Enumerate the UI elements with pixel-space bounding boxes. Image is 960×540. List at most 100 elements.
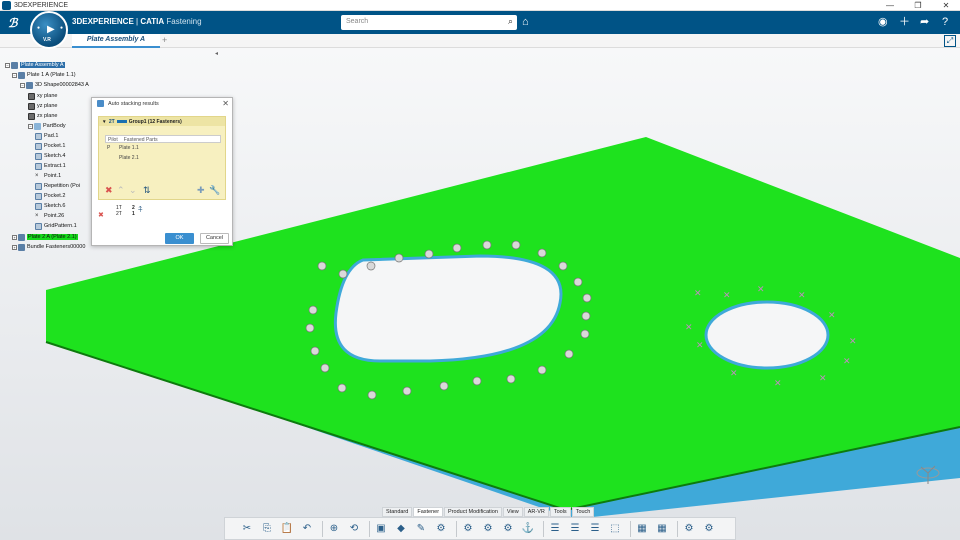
search-input[interactable]: Search ⌕ <box>341 15 517 30</box>
tree-node-label: Pocket.1 <box>44 143 66 149</box>
action-tab[interactable]: Standard <box>382 507 413 517</box>
swap-icon[interactable]: ⇅ <box>143 185 151 196</box>
expand-toggle-icon[interactable]: − <box>5 62 10 68</box>
tree-node[interactable]: Pad.1 <box>35 131 58 141</box>
expand-toggle-icon[interactable]: − <box>20 82 25 88</box>
stack-bottom-code: 2T <box>116 211 122 217</box>
edit-fastener-icon[interactable]: ✚ <box>197 185 205 196</box>
view-orientation-icon[interactable] <box>913 458 943 488</box>
tree-node[interactable]: Repetition (Poi <box>35 181 80 191</box>
tree-node[interactable]: + Plate 2 A (Plate 2.1) <box>12 232 78 242</box>
action-tab[interactable]: Tools <box>549 507 571 517</box>
copy-icon[interactable]: ⎘ <box>259 521 275 537</box>
settings-icon[interactable]: ⚙ <box>701 521 717 537</box>
tree-node[interactable]: yz plane <box>28 101 58 111</box>
tree-node[interactable]: GridPattern.1 <box>35 221 77 231</box>
stack-icon[interactable]: ☰ <box>547 521 563 537</box>
compass-widget[interactable]: ● ● ▶ V.R <box>30 11 68 49</box>
action-tab[interactable]: Fastener <box>413 507 444 517</box>
fullscreen-icon[interactable]: ⤢ <box>944 35 956 47</box>
action-tab[interactable]: View <box>502 507 523 517</box>
action-tab[interactable]: Product Modification <box>444 507 502 517</box>
undo-icon[interactable]: ↶ <box>299 521 315 537</box>
shading-icon[interactable]: ◆ <box>393 521 409 537</box>
feature-icon <box>35 162 42 170</box>
tree-node[interactable]: × Point.1 <box>35 171 61 181</box>
tree-node[interactable]: xy plane <box>28 91 58 101</box>
list-item[interactable]: Plate 2.1 <box>107 155 139 161</box>
search-icon[interactable]: ⌕ <box>508 16 513 27</box>
tree-scroll-arrow-icon[interactable]: ◂ <box>215 50 221 59</box>
share-icon[interactable]: ➦ <box>920 16 929 28</box>
minimize-button[interactable]: — <box>876 1 904 10</box>
move-down-icon[interactable]: ⌄ <box>129 185 137 196</box>
tree-node-label: GridPattern.1 <box>44 223 77 229</box>
tree-node[interactable]: − Plate 1 A (Plate 1.1) <box>12 70 76 80</box>
move-up-icon[interactable]: ⌃ <box>117 185 125 196</box>
stack2-icon[interactable]: ☰ <box>567 521 583 537</box>
add-icon[interactable]: ＋ <box>899 16 910 28</box>
fastener3-icon[interactable]: ⚙ <box>480 521 496 537</box>
list-item[interactable]: P Plate 1.1 <box>107 145 139 151</box>
maximize-button[interactable]: ❐ <box>904 1 932 10</box>
table-icon[interactable]: ▦ <box>634 521 650 537</box>
stack3-icon[interactable]: ☰ <box>587 521 603 537</box>
fastener-marker <box>582 293 592 303</box>
help-icon[interactable]: ? <box>942 16 948 28</box>
action-tab[interactable]: Touch <box>571 507 595 517</box>
fastener-marker <box>402 386 412 396</box>
tree-node[interactable]: − PartBody <box>28 121 66 131</box>
fastener-marker <box>366 261 376 271</box>
fastener-marker: ✕ <box>723 290 731 300</box>
grid-icon[interactable]: ▦ <box>654 521 670 537</box>
action-tab[interactable]: AR-VR <box>523 507 549 517</box>
ok-button[interactable]: OK <box>165 233 194 244</box>
zoom-icon[interactable]: ⊕ <box>326 521 342 537</box>
expand-toggle-icon[interactable]: − <box>12 72 17 78</box>
user-icon[interactable]: ◉ <box>878 16 888 28</box>
add-tab-button[interactable]: + <box>162 35 167 45</box>
group-header[interactable]: ▾ 2T Group1 (12 Fasteners) <box>99 117 225 126</box>
tree-node[interactable]: + Bundle Fasteners00000 <box>12 242 85 252</box>
tree-node[interactable]: zx plane <box>28 111 58 121</box>
tree-node-label: Bundle Fasteners00000 <box>27 244 86 250</box>
cancel-button[interactable]: Cancel <box>200 233 229 244</box>
expand-toggle-icon[interactable]: + <box>12 244 17 250</box>
tree-node[interactable]: Extract.1 <box>35 161 66 171</box>
stack-summary: ✖ 1T 2 2T 1 ⍏ <box>98 205 158 219</box>
paste-icon[interactable]: 📋 <box>279 521 295 537</box>
delete-icon[interactable]: ✖ <box>105 185 113 196</box>
fastener2-icon[interactable]: ⚙ <box>460 521 476 537</box>
tree-node[interactable]: − Plate Assembly A <box>5 60 65 70</box>
tree-node[interactable]: × Point.26 <box>35 211 64 221</box>
expand-toggle-icon[interactable]: − <box>28 123 33 129</box>
feature-icon <box>35 142 42 150</box>
play-icon[interactable]: ▶ <box>47 24 55 35</box>
tree-node[interactable]: Sketch.4 <box>35 151 65 161</box>
dialog-close-button[interactable]: ✕ <box>222 99 229 108</box>
brand-platform: 3DEXPERIENCE <box>72 17 134 26</box>
tree-node[interactable]: − 3D Shape00002843 A <box>20 80 89 90</box>
cut-icon[interactable]: ✂ <box>239 521 255 537</box>
expand-toggle-icon[interactable]: + <box>12 234 17 240</box>
tree-node[interactable]: Sketch.6 <box>35 201 65 211</box>
tree-node[interactable]: Pocket.2 <box>35 191 65 201</box>
remove-stack-icon[interactable]: ✖ <box>98 211 104 219</box>
select-icon[interactable]: ⬚ <box>607 521 623 537</box>
tree-node[interactable]: Pocket.1 <box>35 141 65 151</box>
fastener4-icon[interactable]: ⚙ <box>500 521 516 537</box>
round-hole <box>704 300 830 370</box>
fastener-icon[interactable]: ⚙ <box>433 521 449 537</box>
toolbar-separator <box>677 520 678 537</box>
rotate-icon[interactable]: ⟲ <box>346 521 362 537</box>
wrench-icon[interactable]: 🔧 <box>209 185 220 196</box>
collapse-icon[interactable]: ▾ <box>103 119 106 125</box>
close-window-button[interactable]: ✕ <box>932 1 960 10</box>
group-icon[interactable]: ⚙ <box>681 521 697 537</box>
compass-quadrant-icon: ● <box>37 25 41 31</box>
tab-plate-assembly[interactable]: Plate Assembly A <box>72 34 160 48</box>
anchor-icon[interactable]: ⚓ <box>520 521 536 537</box>
cube-icon[interactable]: ▣ <box>373 521 389 537</box>
pen-icon[interactable]: ✎ <box>413 521 429 537</box>
tag-icon[interactable]: ⌂ <box>522 16 529 28</box>
